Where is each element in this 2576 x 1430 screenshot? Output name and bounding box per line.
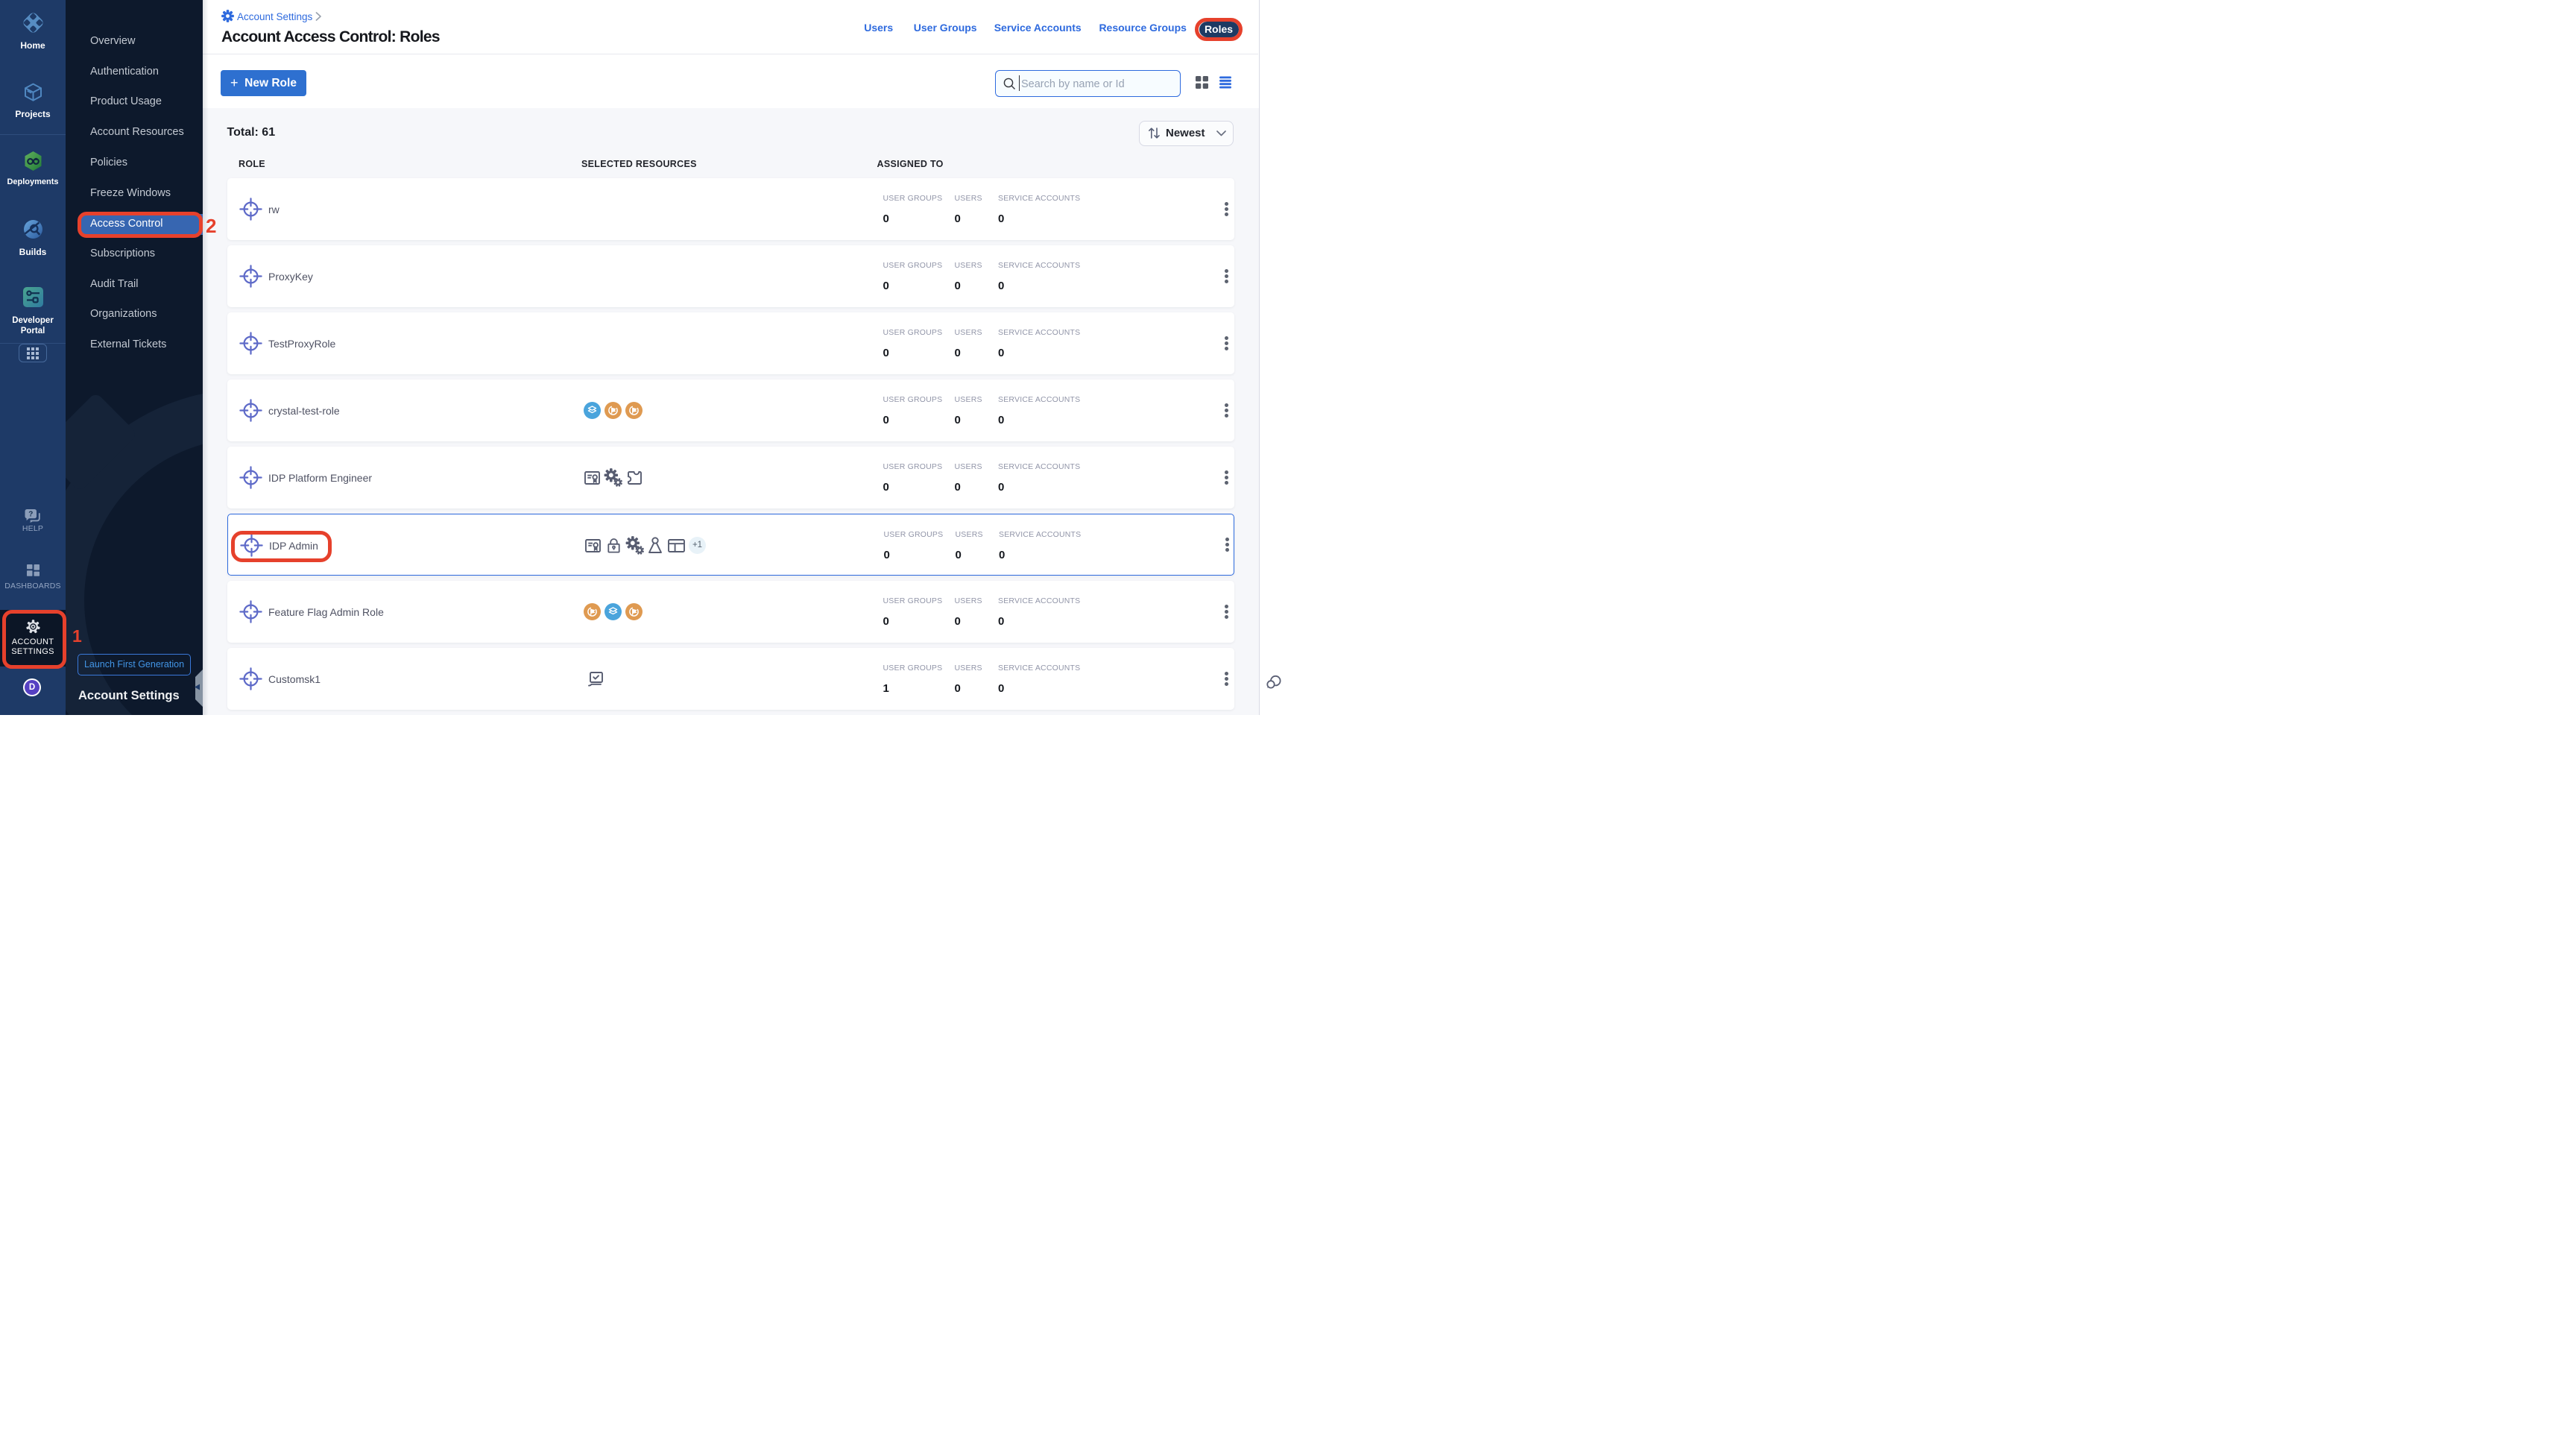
svg-text:?: ? (28, 511, 33, 519)
